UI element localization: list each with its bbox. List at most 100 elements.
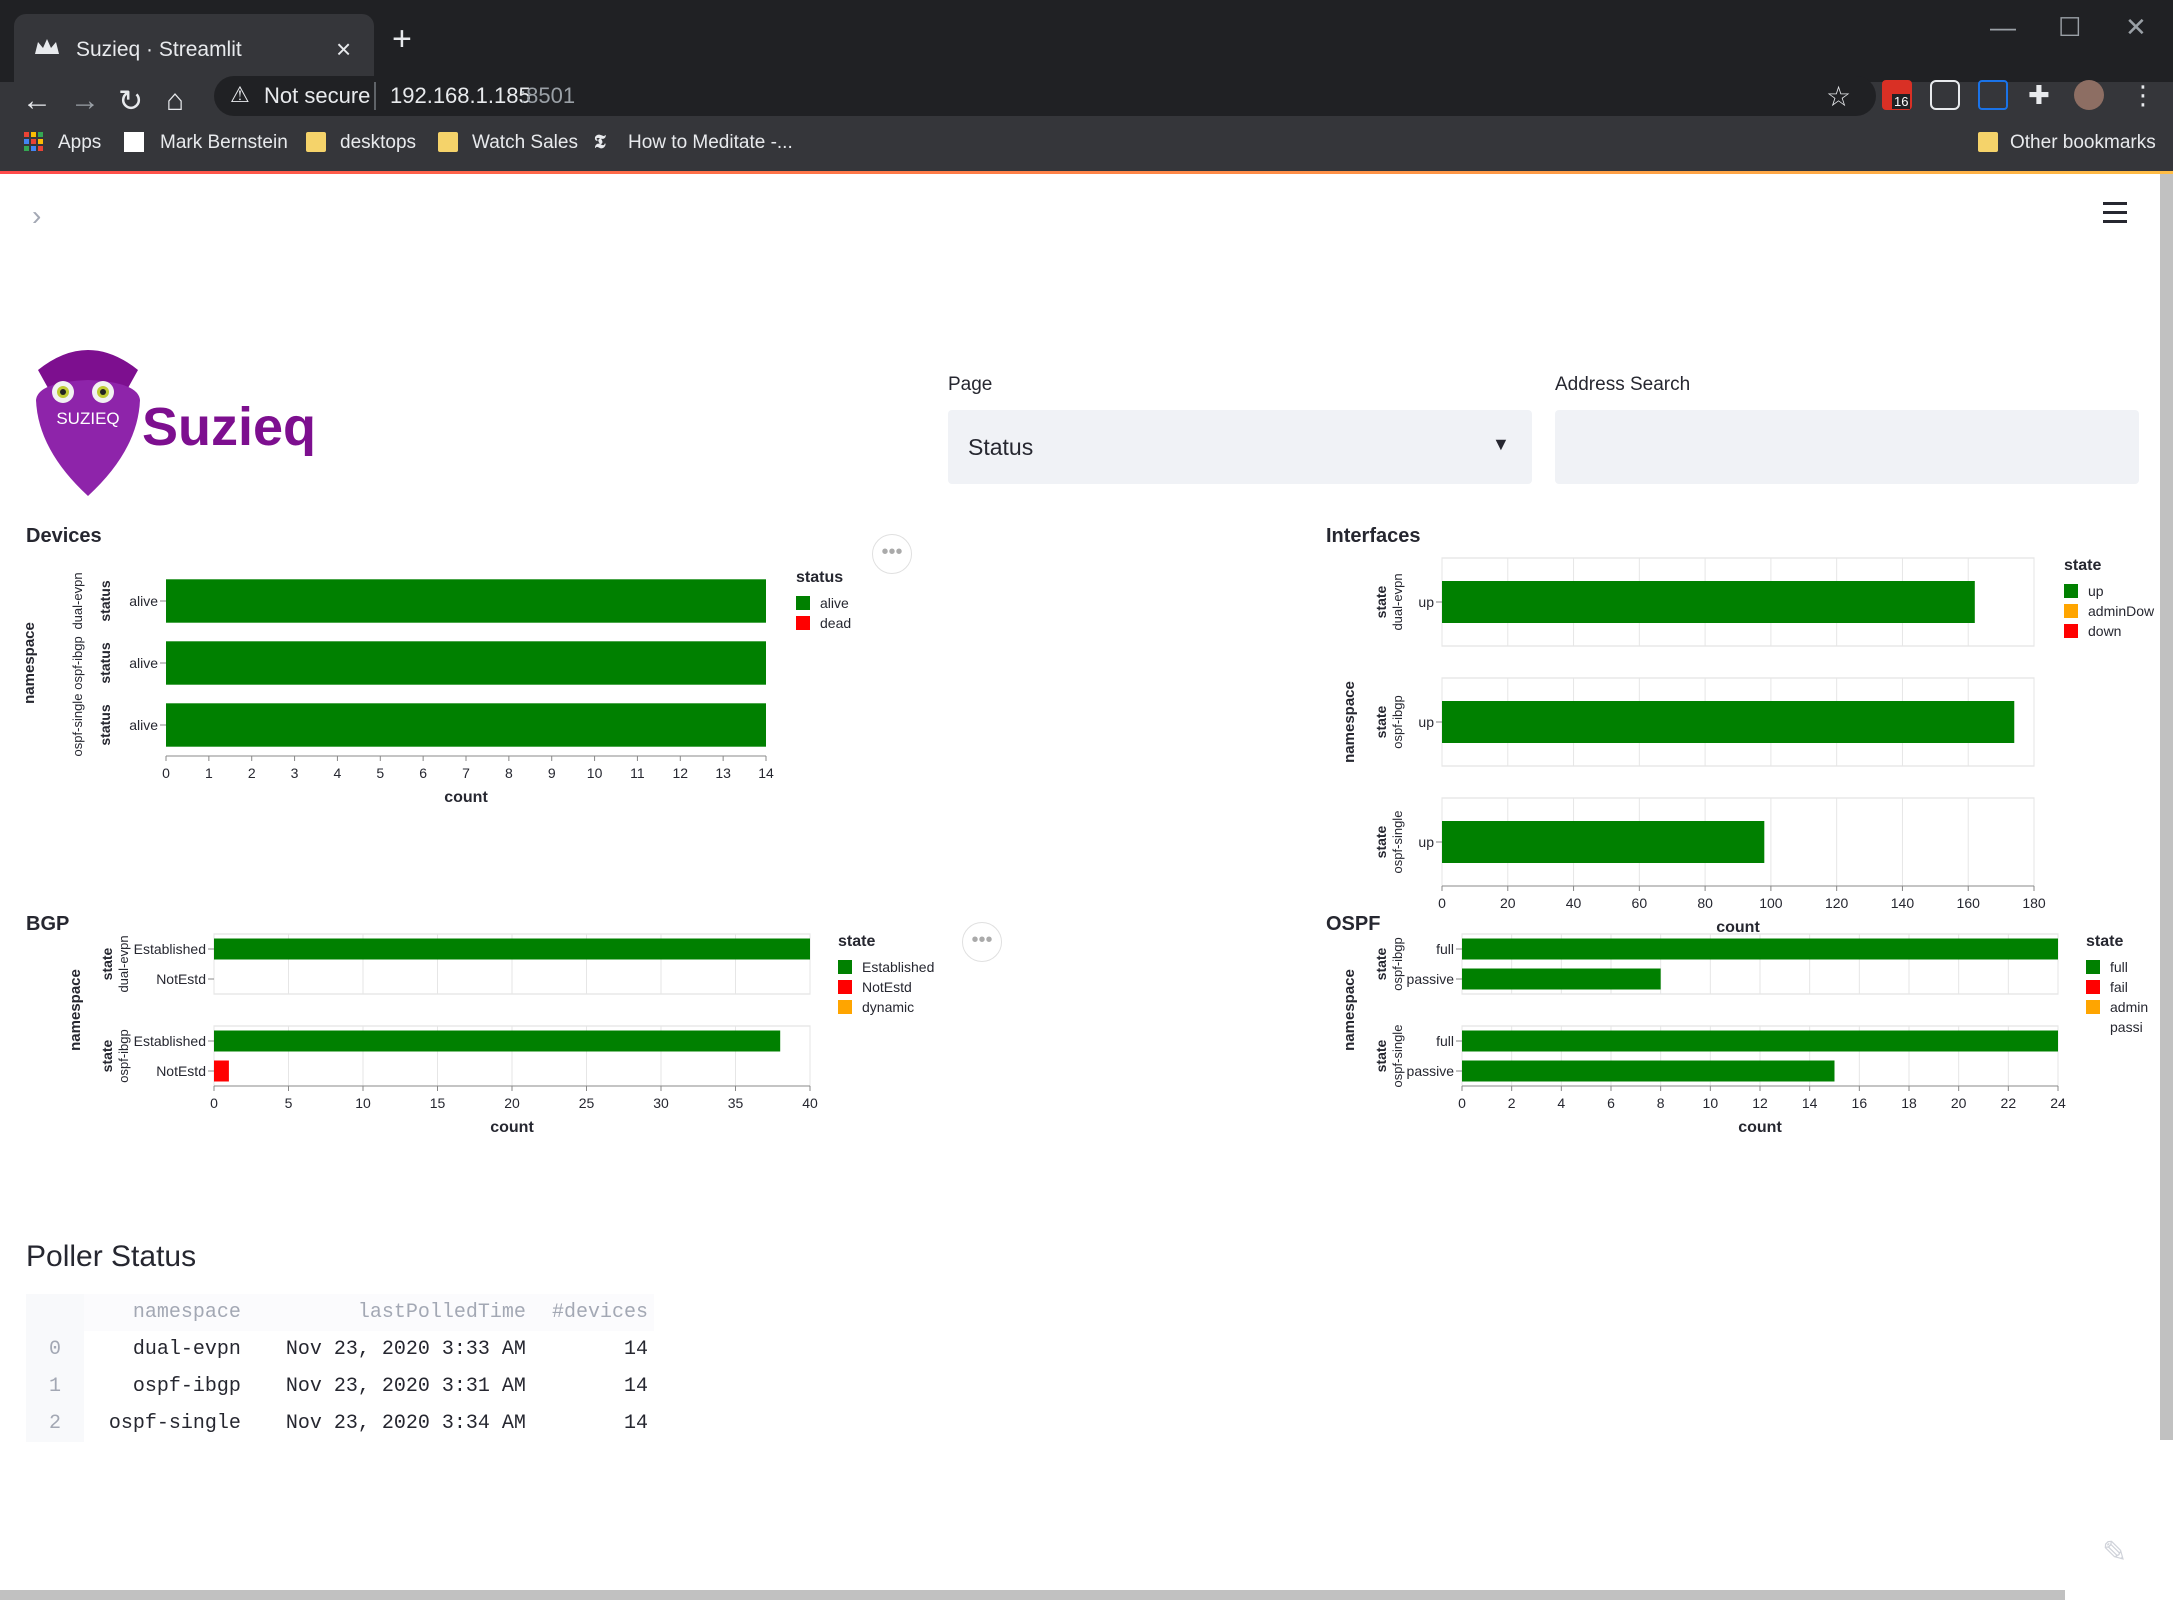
- legend-label: admin: [2110, 999, 2148, 1015]
- column-header[interactable]: #devices: [531, 1294, 654, 1331]
- x-tick-label: 16: [1852, 1095, 1868, 1111]
- row-index: 1: [26, 1368, 84, 1405]
- column-header[interactable]: namespace: [84, 1294, 247, 1331]
- profile-avatar[interactable]: [2074, 80, 2104, 110]
- other-bookmarks[interactable]: Other bookmarks: [2010, 132, 2156, 154]
- x-tick-label: 7: [462, 765, 470, 781]
- legend-label: fail: [2110, 979, 2128, 995]
- chart-title: Devices: [26, 525, 102, 547]
- window-close-icon[interactable]: ✕: [2125, 12, 2147, 43]
- x-tick-label: 24: [2050, 1095, 2066, 1111]
- nyt-icon: 𝕿: [594, 132, 606, 153]
- legend-swatch: [2086, 960, 2100, 974]
- row-axis-title: state: [99, 1039, 115, 1072]
- x-axis-title: count: [1738, 1119, 1782, 1136]
- row-label: up: [1418, 834, 1434, 850]
- browser-menu-icon[interactable]: ⋮: [2130, 80, 2156, 111]
- bookmark-star-icon[interactable]: ☆: [1826, 80, 1851, 113]
- legend-swatch: [838, 980, 852, 994]
- extensions-puzzle-icon[interactable]: ✚: [2028, 80, 2050, 111]
- legend-swatch: [796, 616, 810, 630]
- legend-swatch: [2086, 1000, 2100, 1014]
- bookmark-mark-bernstein[interactable]: Mark Bernstein: [160, 132, 288, 154]
- calendar-extension-icon[interactable]: 16: [1882, 80, 1912, 110]
- legend-label: passi: [2110, 1019, 2143, 1035]
- legend-title: state: [2064, 557, 2101, 574]
- x-tick-label: 6: [1607, 1095, 1615, 1111]
- chart-title: Interfaces: [1326, 525, 1421, 547]
- sidebar-expand-icon[interactable]: ›: [32, 200, 41, 232]
- row-label: alive: [129, 655, 158, 671]
- facet-label: dual-evpn: [70, 572, 85, 629]
- tab-close-icon[interactable]: ×: [336, 34, 351, 65]
- bookmark-apps[interactable]: Apps: [58, 132, 101, 154]
- chart-title: BGP: [26, 913, 69, 935]
- last-polled-cell: Nov 23, 2020 3:33 AM: [285, 1338, 526, 1361]
- hamburger-menu-icon[interactable]: [2103, 202, 2127, 229]
- divider: [374, 82, 376, 110]
- chart-actions-menu-icon[interactable]: •••: [872, 534, 912, 574]
- table-row: 1 ospf-ibgp Nov 23, 2020 3:31 AM 14: [26, 1368, 654, 1405]
- bar: [214, 1030, 781, 1052]
- streamlit-accent-bar: [0, 171, 2173, 174]
- column-header[interactable]: lastPolledTime: [246, 1294, 532, 1331]
- back-icon[interactable]: ←: [22, 84, 52, 118]
- streamlit-edit-icon[interactable]: ✎: [2102, 1535, 2127, 1570]
- maximize-icon[interactable]: ☐: [2058, 12, 2081, 43]
- legend-swatch: [2064, 604, 2078, 618]
- vertical-scrollbar[interactable]: [2160, 174, 2173, 1440]
- cast-extension-icon[interactable]: [1978, 80, 2008, 110]
- facet-axis-title: namespace: [1341, 969, 1358, 1051]
- security-status[interactable]: Not secure: [264, 83, 370, 109]
- legend-label: dynamic: [862, 999, 914, 1015]
- legend-swatch: [2064, 584, 2078, 598]
- row-axis-title: status: [97, 704, 113, 745]
- row-axis-title: state: [1373, 947, 1389, 980]
- horizontal-scrollbar[interactable]: [0, 1590, 2065, 1600]
- address-bar[interactable]: ⚠ Not secure 192.168.1.185 :8501: [214, 76, 1876, 116]
- bookmark-watch-sales[interactable]: Watch Sales: [472, 132, 578, 154]
- bookmark-how-to-meditate[interactable]: How to Meditate -...: [628, 132, 793, 154]
- x-tick-label: 18: [1901, 1095, 1917, 1111]
- facet-label: ospf-single: [70, 694, 85, 757]
- x-tick-label: 40: [802, 1095, 818, 1111]
- column-header[interactable]: [26, 1294, 84, 1331]
- devices-chart: Devices dual-evpn status alive ospf-ibgp stat…: [21, 525, 851, 806]
- bar: [1442, 701, 2015, 743]
- warning-icon: ⚠: [230, 82, 250, 107]
- pocket-extension-icon[interactable]: [1930, 80, 1960, 110]
- x-tick-label: 14: [1802, 1095, 1818, 1111]
- minimize-icon[interactable]: —: [1990, 12, 2016, 43]
- row-label: Established: [134, 941, 206, 957]
- forward-icon[interactable]: →: [70, 84, 100, 118]
- folder-icon: [438, 132, 458, 152]
- folder-icon: [1978, 132, 1998, 152]
- x-tick-label: 11: [630, 765, 645, 781]
- row-label: NotEstd: [156, 971, 206, 987]
- new-tab-icon[interactable]: +: [392, 22, 412, 56]
- x-tick-label: 1: [205, 765, 213, 781]
- x-tick-label: 9: [548, 765, 556, 781]
- chart-actions-menu-icon[interactable]: •••: [962, 922, 1002, 962]
- home-icon[interactable]: ⌂: [166, 84, 184, 118]
- page-select[interactable]: Status ▼: [948, 410, 1532, 484]
- bookmark-desktops[interactable]: desktops: [340, 132, 416, 154]
- x-tick-label: 25: [579, 1095, 595, 1111]
- x-tick-label: 2: [1508, 1095, 1516, 1111]
- bar: [1462, 1030, 2058, 1052]
- extension-badge: 16: [1892, 94, 1911, 109]
- browser-tab[interactable]: Suzieq · Streamlit ×: [14, 14, 374, 82]
- x-tick-label: 8: [1657, 1095, 1665, 1111]
- row-index: 0: [26, 1331, 84, 1368]
- row-label: alive: [129, 593, 158, 609]
- url-host: 192.168.1.185: [390, 83, 531, 108]
- devices-cell: 14: [623, 1412, 648, 1435]
- x-tick-label: 30: [653, 1095, 669, 1111]
- address-search-input[interactable]: [1555, 410, 2139, 484]
- devices-cell: 14: [623, 1375, 648, 1398]
- x-tick-label: 6: [419, 765, 427, 781]
- legend-title: state: [2086, 933, 2123, 950]
- namespace-cell: dual-evpn: [132, 1338, 241, 1361]
- x-tick-label: 15: [430, 1095, 446, 1111]
- reload-icon[interactable]: ↻: [118, 84, 143, 119]
